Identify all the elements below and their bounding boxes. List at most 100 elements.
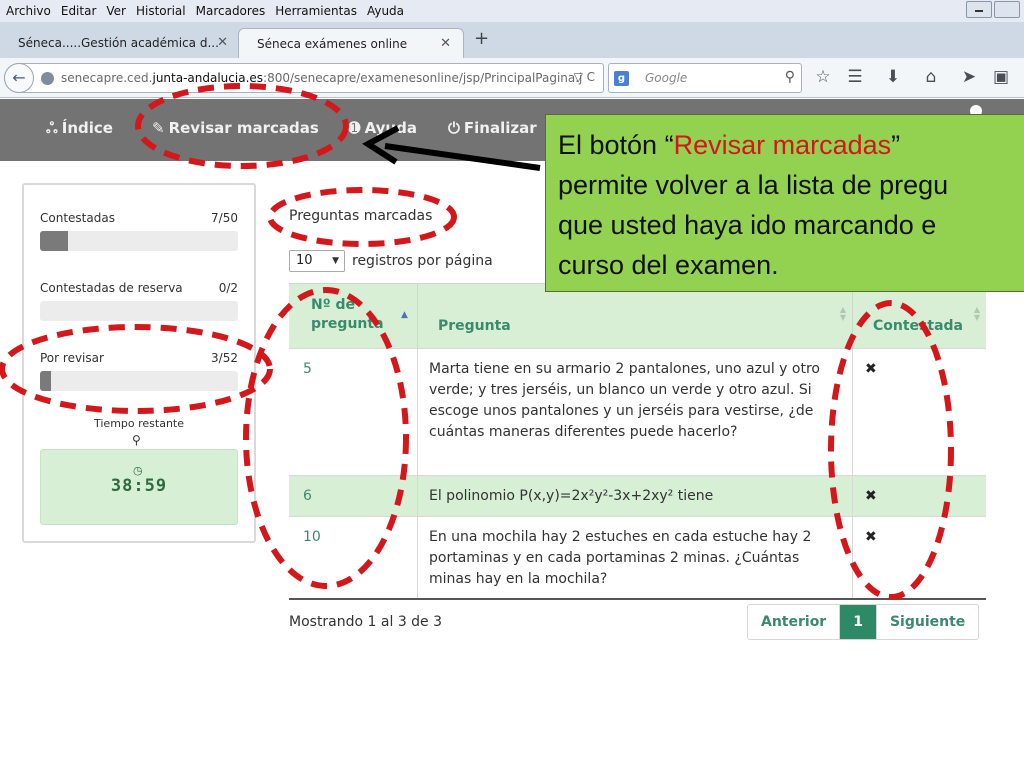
column-header-question[interactable]: Pregunta ▲ ▼	[417, 284, 852, 349]
close-icon[interactable]: ✕	[217, 35, 228, 50]
menu-historial[interactable]: Historial	[136, 4, 186, 18]
home-icon[interactable]: ⌂	[920, 67, 942, 87]
stat-label: Contestadas de reserva	[40, 281, 183, 295]
progress-panel: Contestadas 7/50 Contestadas de reserva …	[22, 183, 256, 543]
stat-value: 3/52	[211, 351, 238, 365]
screenshot-frame: Archivo Editar Ver Historial Marcadores …	[0, 0, 1024, 768]
url-host: junta-andalucia.es	[152, 71, 264, 85]
column-label: Nº de pregunta	[311, 297, 384, 332]
timer-value: 38:59	[110, 476, 168, 496]
column-label: Contestada	[873, 318, 963, 334]
callout-text: El botón “	[558, 130, 674, 160]
pager-next[interactable]: Siguiente	[876, 605, 979, 639]
column-header-number[interactable]: Nº de pregunta ▲	[289, 284, 417, 349]
nav-indice[interactable]: ஃ Índice	[46, 119, 113, 139]
table-row[interactable]: 6 El polinomio P(x,y)=2x²y²-3x+2xy² tien…	[289, 475, 986, 516]
tab-label: Séneca.....Gestión académica d...	[18, 36, 219, 50]
menu-ayuda[interactable]: Ayuda	[367, 4, 404, 18]
marked-questions-table: Nº de pregunta ▲ Pregunta ▲ ▼ Contestada …	[289, 283, 986, 600]
restore-button[interactable]	[994, 1, 1020, 18]
menu-archivo[interactable]: Archivo	[6, 4, 51, 18]
tab-gestion-academica[interactable]: Séneca.....Gestión académica d... ✕	[0, 28, 240, 58]
progress-fill	[40, 231, 68, 251]
nav-label: Revisar marcadas	[168, 119, 319, 137]
download-icon[interactable]: ⬇	[882, 67, 904, 87]
chevron-down-icon: ▼	[332, 256, 339, 266]
column-header-answered[interactable]: Contestada ▲ ▼	[852, 284, 986, 349]
sitemap-icon: ஃ	[46, 119, 58, 137]
zoom-icon[interactable]: ⚲	[132, 433, 141, 447]
sort-ascending-icon: ▲	[401, 310, 408, 320]
url-text[interactable]: senecapre.ced.junta-andalucia.es:800/sen…	[61, 71, 582, 85]
progress-bar	[40, 301, 238, 321]
url-path: :800/senecapre/examenesonline/jsp/Princi…	[263, 71, 583, 85]
question-text[interactable]: En una mochila hay 2 estuches en cada es…	[417, 517, 852, 598]
table-row[interactable]: 10 En una mochila hay 2 estuches en cada…	[289, 516, 986, 598]
callout-line-4: curso del examen.	[558, 250, 779, 280]
records-info: Mostrando 1 al 3 de 3	[289, 614, 443, 630]
stat-value: 7/50	[211, 211, 238, 225]
callout-line-3: que usted haya ido marcando e	[558, 210, 937, 240]
pager-previous[interactable]: Anterior	[748, 605, 840, 639]
menu-marcadores[interactable]: Marcadores	[196, 4, 266, 18]
page-length-label: registros por página	[352, 253, 493, 269]
menu-bar: Archivo Editar Ver Historial Marcadores …	[0, 0, 1024, 22]
question-text[interactable]: El polinomio P(x,y)=2x²y²-3x+2xy² tiene	[417, 476, 852, 516]
sort-icon: ▲ ▼	[973, 305, 980, 322]
stat-label: Por revisar	[40, 351, 104, 365]
table-row[interactable]: 5 Marta tiene en su armario 2 pantalones…	[289, 348, 986, 475]
sort-icon: ▲ ▼	[839, 305, 846, 322]
new-tab-icon[interactable]: +	[474, 28, 489, 49]
nav-ayuda[interactable]: ➊ Ayuda	[348, 119, 417, 137]
bookmark-star-icon[interactable]: ☆	[812, 67, 834, 87]
menu-editar[interactable]: Editar	[61, 4, 97, 18]
search-icon[interactable]: ⚲	[785, 69, 795, 85]
menu-herramientas[interactable]: Herramientas	[275, 4, 357, 18]
reload-icon[interactable]: ▽ C	[574, 70, 595, 84]
tab-examenes-online[interactable]: Séneca exámenes online ✕	[238, 28, 464, 58]
search-bar[interactable]: g Google ⚲	[608, 63, 802, 93]
question-number[interactable]: 5	[289, 349, 417, 475]
close-icon[interactable]: ✕	[440, 36, 451, 51]
question-text[interactable]: Marta tiene en su armario 2 pantalones, …	[417, 349, 852, 475]
unanswered-icon: ✖	[852, 349, 986, 475]
callout-line-1: El botón “Revisar marcadas”	[558, 125, 1024, 165]
unanswered-icon: ✖	[852, 517, 986, 598]
globe-icon	[41, 72, 54, 85]
window-controls	[966, 1, 1020, 18]
column-label: Pregunta	[438, 318, 511, 334]
reading-list-icon[interactable]: ☰	[844, 67, 866, 87]
nav-label: Ayuda	[364, 119, 417, 137]
nav-label: Índice	[61, 119, 113, 137]
pencil-icon: ✎	[152, 119, 165, 137]
timer-box: ◷ 38:59	[40, 449, 238, 525]
nav-finalizar[interactable]: ⏻ Finalizar	[448, 119, 537, 137]
url-prefix: senecapre.ced.	[61, 71, 153, 85]
page-length-value: 10	[296, 253, 313, 268]
minimize-button[interactable]	[966, 1, 992, 18]
nav-revisar-marcadas[interactable]: ✎ Revisar marcadas	[152, 119, 319, 137]
google-engine-icon[interactable]: g	[614, 71, 629, 86]
menu-ver[interactable]: Ver	[106, 4, 126, 18]
navigation-bar: ← senecapre.ced.junta-andalucia.es:800/s…	[0, 58, 1024, 98]
instruction-callout: El botón “Revisar marcadas” permite volv…	[545, 114, 1024, 292]
time-remaining-label: Tiempo restante	[93, 417, 184, 430]
progress-bar	[40, 371, 238, 391]
progress-fill	[40, 371, 52, 391]
stat-value: 0/2	[218, 281, 238, 295]
question-number[interactable]: 6	[289, 476, 417, 516]
power-icon: ⏻	[448, 119, 460, 137]
help-icon: ➊	[348, 119, 361, 137]
addon-icon[interactable]: ▣	[990, 67, 1012, 87]
back-arrow-icon[interactable]: ←	[4, 63, 34, 93]
callout-highlight: Revisar marcadas	[673, 130, 892, 160]
pager-page-current[interactable]: 1	[839, 605, 877, 639]
pagination: Anterior 1 Siguiente	[747, 604, 980, 640]
question-number[interactable]: 10	[289, 517, 417, 598]
url-bar[interactable]: ← senecapre.ced.junta-andalucia.es:800/s…	[4, 63, 604, 93]
share-icon[interactable]: ➤	[958, 67, 980, 87]
page-length-select[interactable]: 10 ▼	[289, 250, 345, 272]
unanswered-icon: ✖	[852, 476, 986, 516]
table-bottom-border	[289, 598, 986, 600]
page-title: Preguntas marcadas	[289, 208, 433, 224]
